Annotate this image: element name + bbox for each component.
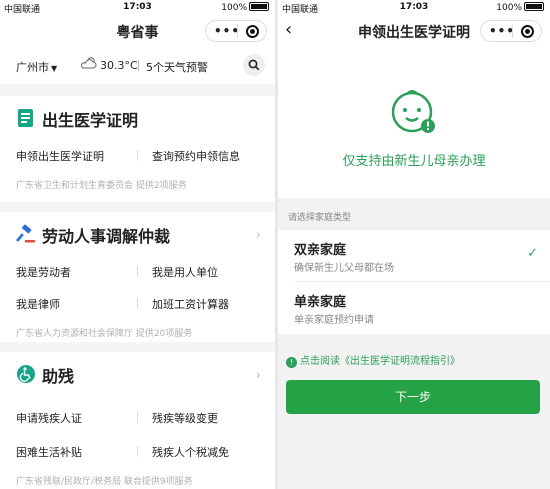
next-button[interactable]: 下一步 (286, 380, 540, 414)
card-title: 助残 (42, 367, 75, 386)
service-overtime-calculator[interactable]: 加班工资计算器 (152, 296, 229, 312)
city-label: 广州市 (16, 61, 49, 74)
nav-bar: ‹ 申领出生医学证明 ••• (278, 16, 550, 46)
location-weather-bar: 广州市 ▼ 30.3°C 5个天气预警 (0, 46, 275, 84)
card-title: 出生医学证明 (42, 111, 139, 130)
nav-bar: 粤省事 ••• (0, 16, 275, 46)
status-bar: 中国联通 17:03 100% (278, 0, 550, 16)
service-i-am-employer[interactable]: 我是用人单位 (152, 264, 218, 280)
city-selector[interactable]: 广州市 ▼ (16, 59, 57, 75)
card-birth-certificate: 出生医学证明 申领出生医学证明 查询预约申领信息 广东省卫生和计划生育委员会 提… (0, 96, 275, 202)
service-apply-disability-card[interactable]: 申请残疾人证 (16, 410, 82, 426)
battery-indicator: 100% (221, 2, 269, 13)
service-i-am-worker[interactable]: 我是劳动者 (16, 264, 71, 280)
option-two-parent-family[interactable]: 双亲家庭 确保新生儿父母都在场 ✓ (278, 230, 550, 282)
checkmark-icon: ✓ (527, 246, 538, 261)
battery-icon (524, 2, 544, 11)
status-bar: 中国联通 17:03 100% (0, 0, 275, 16)
card-labor-arbitration[interactable]: 劳动人事调解仲裁 › 我是劳动者 我是用人单位 我是律师 加班工资计算器 广东省… (0, 212, 275, 342)
baby-face-icon (391, 90, 435, 133)
battery-percent: 100% (496, 3, 522, 13)
service-disability-level-change[interactable]: 残疾等级变更 (152, 410, 218, 426)
option-desc: 单亲家庭预约申请 (294, 315, 374, 326)
option-desc: 确保新生儿父母都在场 (294, 263, 394, 274)
service-tax-reduction[interactable]: 残疾人个税减免 (152, 444, 229, 460)
service-query-appointment[interactable]: 查询预约申领信息 (152, 148, 240, 164)
option-single-parent-family[interactable]: 单亲家庭 单亲家庭预约申请 (278, 282, 550, 334)
support-notice: 仅支持由新生儿母亲办理 (342, 154, 486, 169)
battery-percent: 100% (221, 3, 247, 13)
chevron-right-icon[interactable]: › (256, 368, 261, 383)
option-title: 双亲家庭 (294, 243, 347, 258)
home-screen: 中国联通 17:03 100% 粤省事 ••• 广州市 ▼ 30.3°C 5个天气… (0, 0, 275, 489)
option-title: 单亲家庭 (294, 295, 347, 310)
card-title: 劳动人事调解仲裁 (42, 227, 171, 246)
guide-link-text: 点击阅读《出生医学证明流程指引》 (300, 356, 460, 367)
service-i-am-lawyer[interactable]: 我是律师 (16, 296, 60, 312)
card-provider-note: 广东省人力资源和社会保障厅 提供20项服务 (16, 329, 193, 339)
guide-link[interactable]: ! 点击阅读《出生医学证明流程指引》 (286, 352, 460, 368)
cloud-sun-icon (81, 57, 97, 69)
gavel-icon (16, 224, 35, 243)
card-provider-note: 广东省残联/民政厅/税务局 联合提供9项服务 (16, 477, 193, 487)
weather-alert-link[interactable]: 5个天气预警 (146, 59, 208, 75)
search-icon (248, 59, 260, 71)
close-miniprogram-icon[interactable] (246, 25, 259, 38)
card-disability-assistance[interactable]: 助残 › 申请残疾人证 残疾等级变更 困难生活补贴 残疾人个税减免 广东省残联/… (0, 352, 275, 489)
close-miniprogram-icon[interactable] (521, 25, 534, 38)
chevron-right-icon[interactable]: › (256, 228, 261, 243)
section-label: 请选择家庭类型 (288, 213, 352, 223)
info-icon: ! (286, 357, 297, 368)
card-provider-note: 广东省卫生和计划生育委员会 提供2项服务 (16, 181, 187, 191)
caret-down-icon: ▼ (51, 64, 58, 73)
search-button[interactable] (243, 54, 265, 76)
miniprogram-capsule: ••• (480, 20, 542, 42)
temperature: 30.3°C (100, 59, 138, 72)
wheelchair-icon (17, 365, 35, 383)
certificate-icon (18, 109, 33, 127)
service-hardship-allowance[interactable]: 困难生活补贴 (16, 444, 82, 460)
birth-cert-apply-screen: 中国联通 17:03 100% ‹ 申领出生医学证明 ••• 仅支持由新生儿母亲… (278, 0, 550, 489)
miniprogram-capsule: ••• (205, 20, 267, 42)
battery-indicator: 100% (496, 2, 544, 13)
service-apply-birth-cert[interactable]: 申领出生医学证明 (16, 148, 104, 164)
battery-icon (249, 2, 269, 11)
